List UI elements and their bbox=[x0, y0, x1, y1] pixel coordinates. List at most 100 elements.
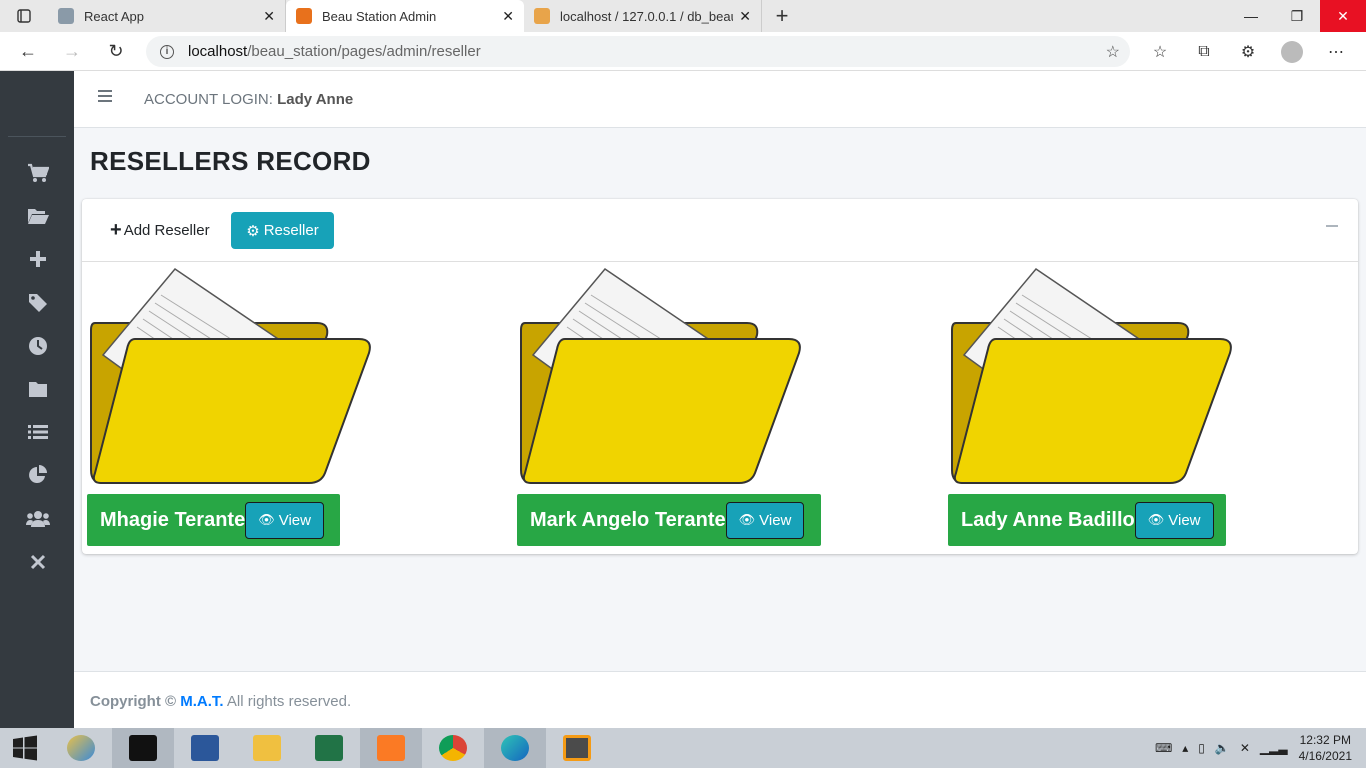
xampp-favicon-icon bbox=[296, 8, 312, 24]
view-label: View bbox=[278, 511, 311, 529]
taskbar-paint-icon[interactable] bbox=[50, 728, 112, 768]
taskbar-sublime-icon[interactable] bbox=[546, 728, 608, 768]
card-header: + Add Reseller ⚙ Reseller bbox=[82, 199, 1358, 262]
more-menu-icon[interactable]: ⋯ bbox=[1314, 42, 1358, 62]
copyright-label: Copyright © bbox=[90, 693, 177, 710]
phpmyadmin-favicon-icon bbox=[534, 8, 550, 24]
address-bar[interactable]: i localhost /beau_station/pages/admin/re… bbox=[146, 36, 1130, 67]
tab-title: React App bbox=[84, 8, 144, 24]
menu-toggle-icon[interactable] bbox=[98, 90, 112, 102]
close-tab-icon[interactable]: ✕ bbox=[502, 8, 514, 25]
window-controls: — ❐ ✕ bbox=[1228, 0, 1366, 32]
top-navbar: ACCOUNT LOGIN: Lady Anne bbox=[74, 71, 1366, 128]
tab-phpmyadmin[interactable]: localhost / 127.0.0.1 / db_beau_i ✕ bbox=[524, 0, 762, 32]
react-favicon-icon bbox=[58, 8, 74, 24]
keyboard-icon[interactable]: ⌨ bbox=[1155, 741, 1172, 755]
eye-icon: 👁 bbox=[1147, 512, 1165, 527]
users-icon[interactable] bbox=[22, 503, 54, 535]
taskbar-chrome-icon[interactable] bbox=[422, 728, 484, 768]
site-info-icon[interactable]: i bbox=[160, 44, 174, 59]
browser-toolbar: ← → ↻ i localhost /beau_station/pages/ad… bbox=[0, 32, 1366, 71]
signal-icon[interactable]: ▁▂▃ bbox=[1260, 741, 1288, 755]
url-host: localhost bbox=[188, 43, 248, 60]
minimize-button[interactable]: — bbox=[1228, 0, 1274, 32]
network-icon[interactable]: ✕ bbox=[1240, 741, 1250, 755]
footer-brand-link[interactable]: M.A.T. bbox=[180, 693, 223, 710]
tag-icon[interactable] bbox=[22, 287, 54, 319]
reseller-button[interactable]: ⚙ Reseller bbox=[231, 212, 334, 249]
battery-icon[interactable]: ▯ bbox=[1198, 741, 1205, 755]
taskbar-cmd-icon[interactable] bbox=[112, 728, 174, 768]
cart-icon[interactable] bbox=[22, 157, 54, 189]
taskbar-word-icon[interactable] bbox=[174, 728, 236, 768]
show-hidden-icon[interactable]: ▴ bbox=[1182, 741, 1188, 755]
account-login: ACCOUNT LOGIN: Lady Anne bbox=[144, 91, 353, 108]
taskbar-clock[interactable]: 12:32 PM 4/16/2021 bbox=[1299, 732, 1352, 764]
refresh-button[interactable]: ↻ bbox=[94, 32, 138, 71]
profile-avatar[interactable] bbox=[1281, 40, 1303, 63]
eye-icon: 👁 bbox=[258, 512, 275, 527]
close-window-button[interactable]: ✕ bbox=[1320, 0, 1366, 32]
collections-icon[interactable]: ⧉ bbox=[1182, 43, 1226, 61]
view-button[interactable]: 👁 View bbox=[245, 501, 324, 539]
view-button[interactable]: 👁 View bbox=[725, 501, 805, 539]
folder-open-icon[interactable] bbox=[22, 200, 54, 232]
view-label: View bbox=[759, 511, 792, 529]
forward-button[interactable]: → bbox=[50, 32, 94, 71]
folder-icon[interactable] bbox=[517, 265, 807, 490]
volume-icon[interactable]: 🔈 bbox=[1215, 741, 1230, 755]
taskbar-explorer-icon[interactable] bbox=[236, 728, 298, 768]
tab-title: Beau Station Admin bbox=[322, 8, 437, 24]
pie-chart-icon[interactable] bbox=[22, 459, 54, 491]
back-button[interactable]: ← bbox=[6, 32, 50, 71]
reseller-name-bar: Lady Anne Badillo 👁 View bbox=[948, 494, 1226, 546]
new-tab-button[interactable]: + bbox=[762, 0, 802, 32]
tab-actions-icon bbox=[17, 9, 31, 23]
restore-button[interactable]: ❐ bbox=[1274, 0, 1320, 32]
tab-react-app[interactable]: React App ✕ bbox=[48, 0, 286, 32]
list-icon[interactable] bbox=[22, 416, 54, 448]
start-button[interactable] bbox=[0, 728, 50, 768]
reseller-name: Mhagie Terante bbox=[100, 508, 246, 531]
collapse-icon[interactable] bbox=[1326, 225, 1338, 227]
add-favorite-icon[interactable]: ☆ bbox=[1106, 42, 1120, 62]
folder-icon[interactable] bbox=[22, 373, 54, 405]
taskbar-xampp-icon[interactable] bbox=[360, 728, 422, 768]
close-tab-icon[interactable]: ✕ bbox=[739, 8, 751, 25]
reseller-button-label: Reseller bbox=[263, 222, 319, 239]
extensions-icon[interactable]: ⚙ bbox=[1226, 42, 1270, 62]
add-reseller-label: Add Reseller bbox=[123, 222, 210, 239]
page-footer: Copyright © M.A.T. All rights reserved. bbox=[74, 671, 1366, 728]
admin-sidebar bbox=[0, 71, 74, 728]
close-tab-icon[interactable]: ✕ bbox=[263, 8, 275, 25]
reseller-name-bar: Mhagie Terante 👁 View bbox=[87, 494, 340, 546]
account-name: Lady Anne bbox=[277, 91, 354, 108]
reseller-name: Mark Angelo Terante bbox=[530, 508, 726, 531]
taskbar-edge-icon[interactable] bbox=[484, 728, 546, 768]
sidebar-divider bbox=[8, 136, 66, 137]
tab-actions-button[interactable] bbox=[0, 0, 48, 32]
account-label: ACCOUNT LOGIN: bbox=[144, 91, 273, 108]
folder-icon[interactable] bbox=[87, 265, 377, 490]
favorites-icon[interactable]: ☆ bbox=[1138, 42, 1182, 62]
reseller-name: Lady Anne Badillo bbox=[961, 508, 1135, 531]
clock-date: 4/16/2021 bbox=[1298, 749, 1352, 763]
close-icon[interactable] bbox=[22, 546, 54, 578]
eye-icon: 👁 bbox=[738, 512, 756, 527]
view-button[interactable]: 👁 View bbox=[1134, 501, 1214, 539]
plus-icon[interactable] bbox=[22, 243, 54, 275]
clock-time: 12:32 PM bbox=[1299, 733, 1351, 747]
cogs-icon: ⚙ bbox=[246, 222, 260, 240]
clock-icon[interactable] bbox=[22, 330, 54, 362]
folder-icon[interactable] bbox=[948, 265, 1238, 490]
browser-tabbar: React App ✕ Beau Station Admin ✕ localho… bbox=[0, 0, 1366, 32]
rights-text: All rights reserved. bbox=[226, 693, 352, 710]
windows-logo-icon bbox=[13, 735, 37, 761]
tab-title: localhost / 127.0.0.1 / db_beau_i bbox=[560, 8, 734, 24]
plus-icon: + bbox=[110, 219, 122, 241]
reseller-name-bar: Mark Angelo Terante 👁 View bbox=[517, 494, 821, 546]
taskbar-excel-icon[interactable] bbox=[298, 728, 360, 768]
tab-beau-station-admin[interactable]: Beau Station Admin ✕ bbox=[286, 0, 524, 32]
add-reseller-button[interactable]: + Add Reseller bbox=[110, 212, 210, 249]
page-title: RESELLERS RECORD bbox=[90, 146, 371, 176]
